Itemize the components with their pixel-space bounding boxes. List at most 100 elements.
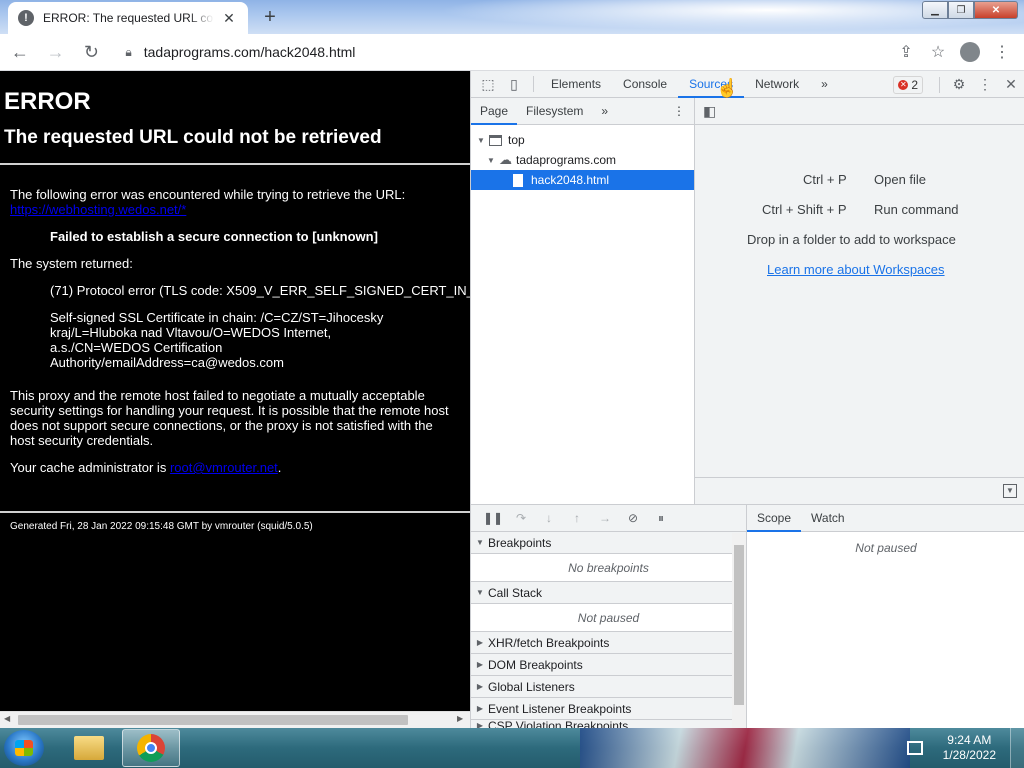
tab-filesystem[interactable]: Filesystem [517,98,592,125]
window-controls: ▁ ❐ ✕ [922,1,1018,19]
scroll-left-icon[interactable]: ◀ [4,714,10,723]
tab-console[interactable]: Console [612,71,678,98]
error-heading: ERROR [4,88,91,115]
horizontal-scrollbar[interactable]: ◀ ▶ [0,711,470,728]
navigator-more-icon[interactable]: » [592,98,617,125]
scroll-right-icon[interactable]: ▶ [457,714,463,723]
devtools-menu-icon[interactable]: ⋮ [972,72,998,98]
tab-scope[interactable]: Scope [747,505,802,532]
url-text: tadaprograms.com/hack2048.html [143,44,356,60]
divider [0,163,470,165]
error-icon: ✕ [898,79,909,90]
chrome-icon [137,734,165,762]
drop-folder-text: Drop in a folder to add to workspace [747,232,956,247]
new-tab-button[interactable]: + [256,5,284,29]
device-toolbar-icon[interactable]: ▯ [501,71,527,97]
step-into-icon[interactable]: ↓ [535,511,563,525]
proxy-text: This proxy and the remote host failed to… [10,388,449,448]
error-count-badge[interactable]: ✕ 2 [893,75,923,94]
toggle-debugger-icon[interactable]: ▼ [1003,484,1017,498]
cert-chain-text: Self-signed SSL Certificate in chain: /C… [50,310,384,370]
deactivate-breakpoints-icon[interactable]: ⊘ [619,511,647,525]
shortcut-keys: Ctrl + P [803,172,847,187]
debugger-scrollbar[interactable] [732,533,746,729]
navigator-menu-icon[interactable]: ⋮ [664,98,694,125]
toggle-navigator-icon[interactable]: ◧ [703,103,716,120]
step-over-icon[interactable]: ↷ [507,511,535,525]
learn-workspaces-link[interactable]: Learn more about Workspaces [767,262,945,277]
section-breakpoints[interactable]: ▼ Breakpoints [471,532,746,554]
shortcut-keys: Ctrl + Shift + P [762,202,847,217]
back-button[interactable]: ← [4,36,36,68]
lock-icon[interactable]: 🔒︎ [125,45,131,60]
page-content: ERROR The requested URL could not be ret… [0,71,470,711]
taskbar-chrome[interactable] [122,729,180,767]
step-icon[interactable]: → [591,511,619,525]
share-icon[interactable]: ⇪ [890,36,922,68]
inspect-element-icon[interactable]: ⬚ [475,71,501,97]
system-returned-label: The system returned: [10,256,133,271]
tree-item-top[interactable]: ▼ top [471,130,694,150]
tab-title: ERROR: The requested URL could not be re… [43,11,214,25]
pause-exceptions-icon[interactable]: ⏸ [647,511,675,526]
pause-icon[interactable]: ❚❚ [479,511,507,525]
section-dom-breakpoints[interactable]: ▶ DOM Breakpoints [471,654,746,676]
windows-taskbar: 9:24 AM 1/28/2022 [0,728,1024,768]
tab-watch[interactable]: Watch [801,505,855,532]
step-out-icon[interactable]: ↑ [563,511,591,525]
frame-icon [489,134,502,146]
scrollbar-thumb[interactable] [18,715,408,725]
section-xhr-breakpoints[interactable]: ▶ XHR/fetch Breakpoints [471,632,746,654]
error-favicon-icon: ! [18,10,34,26]
browser-tab[interactable]: ! ERROR: The requested URL could not be … [8,2,248,34]
forward-button[interactable]: → [40,36,72,68]
generated-footer: Generated Fri, 28 Jan 2022 09:15:48 GMT … [10,521,313,532]
tab-page[interactable]: Page [471,98,518,125]
scope-pane: Scope Watch Not paused [747,504,1024,728]
profile-avatar[interactable] [954,36,986,68]
requested-url-link[interactable]: https://webhosting.wedos.net/* [10,202,186,217]
minimize-button[interactable]: ▁ [922,1,948,19]
close-window-button[interactable]: ✕ [974,1,1018,19]
clock[interactable]: 9:24 AM 1/28/2022 [943,733,996,763]
section-call-stack[interactable]: ▼ Call Stack [471,582,746,604]
shortcut-action: Run command [874,202,959,217]
tab-network[interactable]: Network [744,71,810,98]
network-icon[interactable] [906,741,923,755]
scope-not-paused: Not paused [855,541,917,555]
tree-item-file[interactable]: hack2048.html [471,170,694,190]
close-devtools-icon[interactable]: ✕ [998,72,1024,98]
expand-triangle-icon: ▼ [477,135,485,145]
tab-strip: ! ERROR: The requested URL could not be … [0,0,1024,34]
desktop-wallpaper [580,728,910,768]
settings-gear-icon[interactable]: ⚙ [946,72,972,98]
tab-elements[interactable]: Elements [540,71,612,98]
debugger-sidebar: ❚❚ ↷ ↓ ↑ → ⊘ ⏸ ▼ Breakpoints No breakpoin… [471,504,747,732]
menu-kebab-icon[interactable]: ⋮ [986,36,1018,68]
windows-logo-icon [15,740,33,756]
file-icon [513,173,523,187]
more-tabs-icon[interactable]: » [810,71,839,98]
system-tray: 9:24 AM 1/28/2022 [906,728,1024,768]
bookmark-star-icon[interactable]: ☆ [922,36,954,68]
section-event-listener-breakpoints[interactable]: ▶ Event Listener Breakpoints [471,698,746,720]
breakpoints-empty: No breakpoints [471,554,746,582]
cache-admin-text: Your cache administrator is root@vmroute… [10,460,282,475]
show-desktop-button[interactable] [1010,728,1024,768]
devtools-tabbar: ⬚ ▯ Elements Console Sources Network » ✕… [471,71,1024,98]
cloud-icon: ☁ [499,152,512,167]
sources-navigator: Page Filesystem » ⋮ ▼ top ▼ ☁ tadaprogra… [471,98,695,504]
reload-button[interactable]: ↻ [76,36,108,68]
editor-placeholder: ◧ Ctrl + P Open file Ctrl + Shift + P Ru… [695,98,1024,504]
address-bar[interactable]: 🔒︎ tadaprograms.com/hack2048.html [115,38,890,66]
scrollbar-thumb[interactable] [734,545,744,705]
tab-close-icon[interactable]: ✕ [220,9,238,27]
start-button[interactable] [4,730,44,766]
section-global-listeners[interactable]: ▶ Global Listeners [471,676,746,698]
clock-time: 9:24 AM [947,733,992,747]
tree-item-domain[interactable]: ▼ ☁ tadaprograms.com [471,150,694,170]
cache-admin-email-link[interactable]: root@vmrouter.net [170,460,278,475]
taskbar-explorer[interactable] [60,729,118,767]
maximize-button[interactable]: ❐ [948,1,974,19]
intro-text: The following error was encountered whil… [10,187,406,217]
